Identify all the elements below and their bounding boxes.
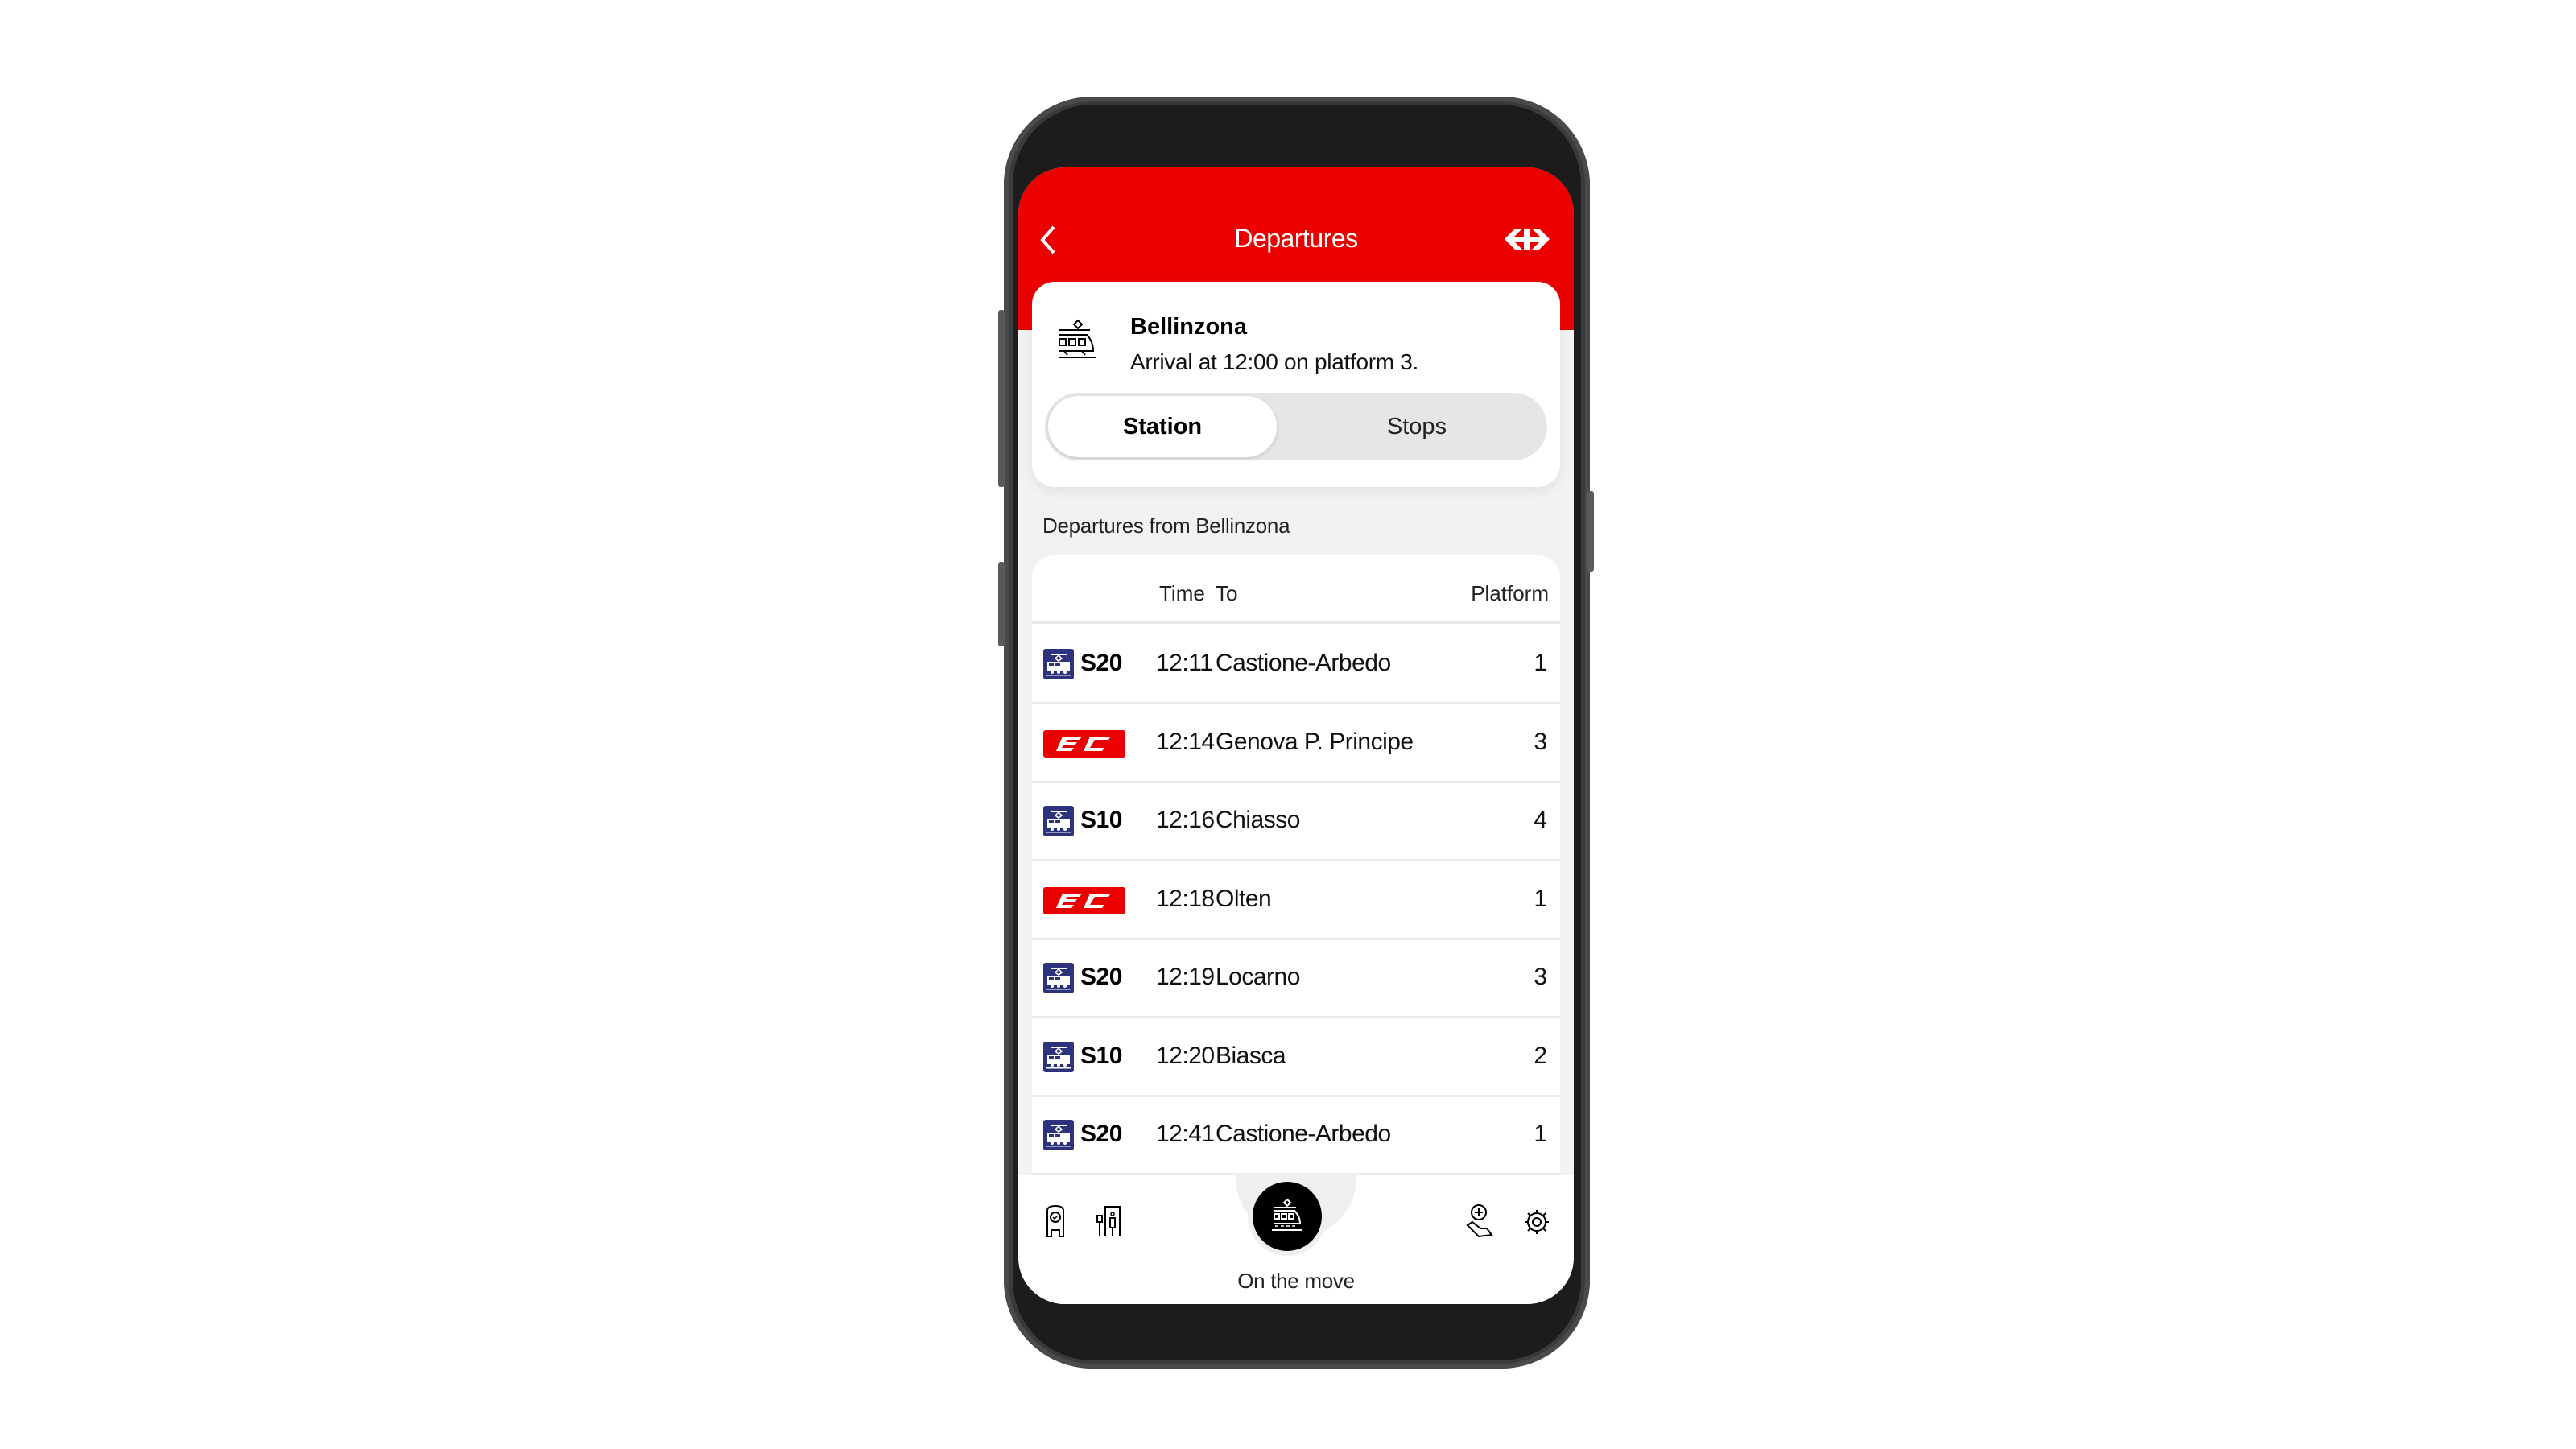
section-label: Departures from Bellinzona <box>1042 514 1290 538</box>
bottom-nav: On the move <box>1018 1174 1574 1304</box>
line-number: S10 <box>1080 807 1122 833</box>
departure-row[interactable]: 12:18 Olten 1 <box>1032 860 1560 940</box>
platform: 1 <box>1534 650 1547 676</box>
line-number: S20 <box>1080 964 1122 990</box>
departure-time: 12:14 <box>1156 728 1215 755</box>
s-bahn-train-badge-icon <box>1043 806 1074 836</box>
platform: 2 <box>1534 1042 1547 1069</box>
nav-item-services[interactable] <box>1459 1199 1505 1245</box>
departure-time: 12:19 <box>1156 964 1215 990</box>
column-time: Time <box>1159 581 1205 605</box>
nav-item-on-the-move[interactable] <box>1253 1182 1322 1251</box>
hand-plus-icon <box>1466 1204 1493 1238</box>
departure-time: 12:16 <box>1156 807 1215 833</box>
tab-stops[interactable]: Stops <box>1290 396 1544 457</box>
ec-train-badge-icon <box>1043 729 1125 758</box>
departure-time: 12:11 <box>1156 650 1213 676</box>
station-name: Bellinzona <box>1130 314 1248 340</box>
platform: 1 <box>1534 885 1547 912</box>
power-button <box>1587 491 1594 572</box>
volume-button <box>998 310 1005 487</box>
arrival-text: Arrival at 12:00 on platform 3. <box>1130 349 1418 374</box>
line-number: S20 <box>1080 1121 1122 1147</box>
destination: Genova P. Principe <box>1216 728 1414 755</box>
platform: 3 <box>1534 964 1547 990</box>
column-platform: Platform <box>1471 581 1549 605</box>
line-number: S10 <box>1080 1042 1122 1069</box>
segmented-control: Station Stops <box>1045 393 1547 460</box>
s-bahn-train-badge-icon <box>1043 649 1074 679</box>
s-bahn-train-badge-icon <box>1043 1120 1074 1150</box>
column-to: To <box>1216 581 1238 605</box>
destination: Locarno <box>1216 964 1300 990</box>
departure-row[interactable]: S20 12:11 Castione-Arbedo 1 <box>1032 624 1560 704</box>
nav-item-platform[interactable] <box>1088 1199 1133 1245</box>
platform: 3 <box>1534 728 1547 755</box>
platform: 1 <box>1534 1121 1547 1147</box>
s-bahn-train-badge-icon <box>1043 963 1074 993</box>
ec-train-badge-icon <box>1043 886 1125 914</box>
departure-time: 12:41 <box>1156 1121 1215 1147</box>
nav-item-settings[interactable] <box>1514 1199 1559 1245</box>
departure-time: 12:18 <box>1156 885 1215 912</box>
s-bahn-train-badge-icon <box>1043 1041 1074 1072</box>
table-header: Time To Platform <box>1032 555 1560 624</box>
departure-row[interactable]: S10 12:20 Biasca 2 <box>1032 1017 1560 1097</box>
sbb-logo-icon[interactable] <box>1505 227 1550 251</box>
departure-row[interactable]: S20 12:41 Castione-Arbedo 1 <box>1032 1095 1560 1175</box>
gear-icon <box>1525 1210 1549 1234</box>
side-button <box>998 562 1005 646</box>
platform-person-icon <box>1096 1206 1121 1236</box>
departure-row[interactable]: 12:14 Genova P. Principe 3 <box>1032 703 1560 783</box>
train-icon <box>1059 319 1096 358</box>
app-screen: Departures Bellinzona Arrival at 12:00 o… <box>1018 167 1574 1304</box>
destination: Castione-Arbedo <box>1216 650 1391 676</box>
line-number: S20 <box>1080 650 1122 676</box>
destination: Chiasso <box>1216 807 1300 833</box>
departure-row[interactable]: S20 12:19 Locarno 3 <box>1032 938 1560 1018</box>
tab-station[interactable]: Station <box>1048 396 1277 457</box>
departure-time: 12:20 <box>1156 1042 1215 1069</box>
destination: Olten <box>1216 885 1272 912</box>
nav-item-station[interactable] <box>1033 1199 1078 1245</box>
departure-row[interactable]: S10 12:16 Chiasso 4 <box>1032 781 1560 861</box>
destination: Biasca <box>1216 1042 1286 1069</box>
station-clock-icon <box>1046 1204 1064 1237</box>
destination: Castione-Arbedo <box>1216 1121 1391 1147</box>
nav-active-label: On the move <box>1237 1269 1355 1293</box>
train-icon <box>1272 1198 1302 1231</box>
platform: 4 <box>1534 807 1547 833</box>
page-title: Departures <box>1234 224 1358 253</box>
journey-info-card: Bellinzona Arrival at 12:00 on platform … <box>1032 282 1560 487</box>
